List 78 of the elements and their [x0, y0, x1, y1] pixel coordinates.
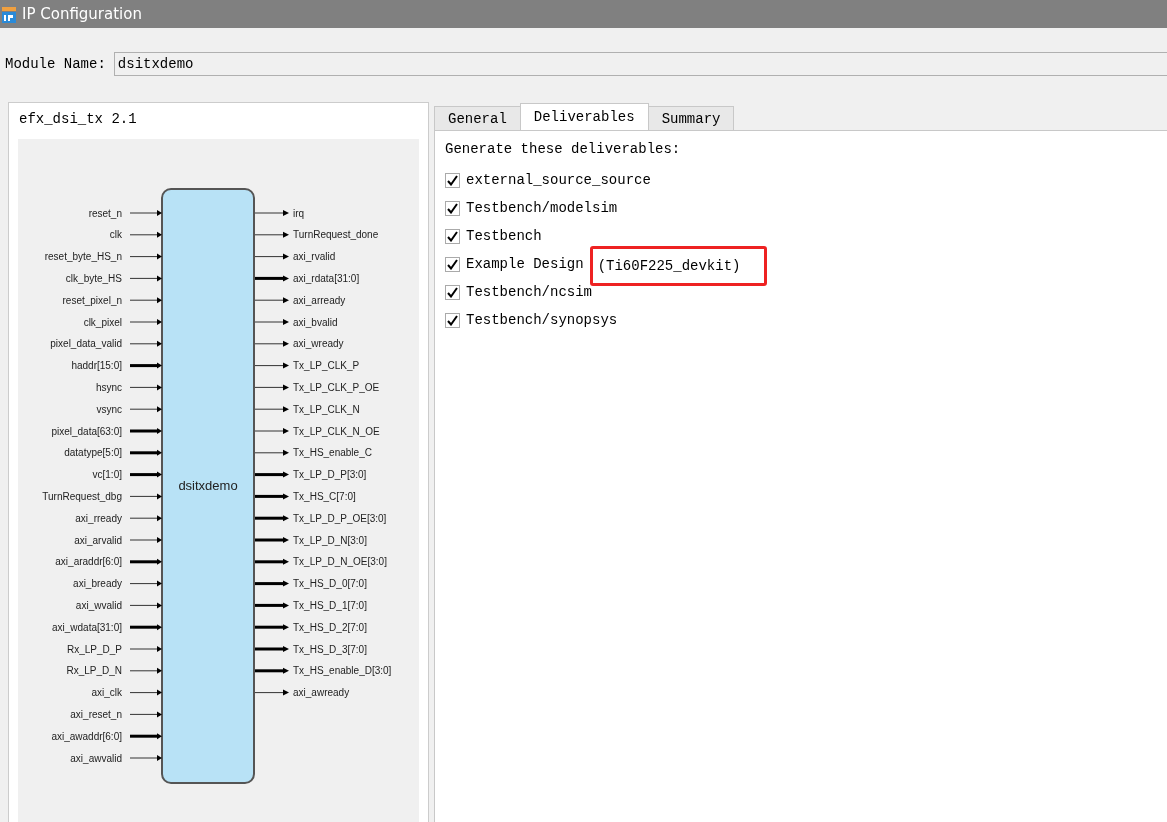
port-label: Tx_HS_D_2[7:0] — [293, 621, 367, 633]
port-label: reset_byte_HS_n — [44, 251, 122, 263]
module-name-label: Module Name: — [5, 56, 106, 72]
port-label: vsync — [96, 403, 122, 415]
port-label: Tx_LP_D_N[3:0] — [293, 534, 367, 546]
app-icon — [2, 5, 16, 23]
check-icon — [447, 202, 458, 214]
port-label: clk_pixel — [83, 316, 122, 328]
checkbox[interactable] — [445, 256, 460, 272]
port-label: Tx_LP_CLK_N_OE — [293, 425, 380, 437]
port-label: axi_wready — [293, 338, 344, 350]
module-name-field[interactable]: dsitxdemo — [113, 52, 1167, 76]
port-label: axi_rdata[31:0] — [293, 272, 360, 284]
port-label: axi_araddr[6:0] — [55, 556, 122, 568]
port-label: clk — [109, 229, 122, 241]
checkbox[interactable] — [445, 284, 460, 300]
checkbox-label: Testbench/synopsys — [466, 312, 618, 328]
port-label: TurnRequest_dbg — [42, 490, 122, 502]
port-label: axi_bvalid — [293, 316, 338, 328]
port-label: vc[1:0] — [92, 469, 122, 481]
checkbox[interactable] — [445, 200, 460, 216]
checkbox-label: Testbench/ncsim — [466, 284, 593, 300]
port-label: axi_rvalid — [293, 251, 336, 263]
check-icon — [447, 286, 458, 298]
port-label: haddr[15:0] — [71, 360, 122, 372]
port-label: pixel_data_valid — [50, 338, 122, 350]
port-label: irq — [293, 207, 305, 219]
port-label: datatype[5:0] — [64, 447, 122, 459]
check-icon — [447, 314, 458, 326]
checkbox-label: Example Design — [466, 256, 584, 272]
port-label: reset_n — [88, 207, 122, 219]
port-label: Rx_LP_D_N — [66, 665, 122, 677]
port-label: axi_clk — [91, 687, 122, 699]
port-label: Tx_HS_enable_C — [293, 447, 372, 459]
port-label: Tx_HS_D_1[7:0] — [293, 599, 367, 611]
check-icon — [447, 174, 458, 186]
port-label: axi_bready — [73, 578, 122, 590]
port-label: axi_awvalid — [70, 752, 122, 764]
tab[interactable]: Deliverables — [519, 103, 649, 130]
port-label: Tx_HS_C[7:0] — [293, 490, 356, 502]
ip-name: efx_dsi_tx 2.1 — [18, 110, 138, 129]
port-label: pixel_data[63:0] — [51, 425, 122, 437]
checkbox[interactable] — [445, 172, 460, 188]
port-label: Tx_HS_D_0[7:0] — [293, 578, 367, 590]
window-title: IP Configuration — [22, 5, 142, 23]
checkbox[interactable] — [445, 312, 460, 328]
port-label: Tx_LP_D_N_OE[3:0] — [293, 556, 387, 568]
port-label: Tx_HS_enable_D[3:0] — [293, 665, 392, 677]
port-label: Tx_LP_D_P_OE[3:0] — [293, 512, 387, 524]
port-label: axi_arready — [293, 294, 346, 306]
port-label: axi_wdata[31:0] — [51, 621, 122, 633]
checkbox-label: external_source_source — [466, 172, 651, 188]
port-label: Tx_LP_CLK_P_OE — [293, 381, 380, 393]
check-icon — [447, 258, 458, 270]
highlight-box: (Ti60F225_devkit) — [589, 246, 768, 286]
port-label: Tx_LP_CLK_N — [293, 403, 360, 415]
port-label: axi_awready — [293, 687, 350, 699]
check-icon — [447, 230, 458, 242]
port-label: Tx_LP_CLK_P — [293, 360, 360, 372]
tab[interactable]: Summary — [647, 106, 735, 130]
port-label: axi_reset_n — [70, 708, 122, 720]
port-label: TurnRequest_done — [293, 229, 379, 241]
port-label: Tx_HS_D_3[7:0] — [293, 643, 367, 655]
port-label: Tx_LP_D_P[3:0] — [293, 469, 367, 481]
checkbox[interactable] — [445, 228, 460, 244]
tab[interactable]: General — [434, 106, 521, 130]
block-name: dsitxdemo — [178, 478, 238, 493]
section-heading: Generate these deliverables: — [445, 141, 682, 157]
port-label: axi_wvalid — [75, 599, 122, 611]
port-label: axi_awaddr[6:0] — [51, 730, 122, 742]
port-label: axi_rready — [75, 512, 122, 524]
port-label: axi_arvalid — [74, 534, 122, 546]
checkbox-label: Testbench/modelsim — [466, 200, 618, 216]
checkbox-label: Testbench — [466, 228, 542, 244]
port-label: reset_pixel_n — [62, 294, 122, 306]
port-label: clk_byte_HS — [65, 272, 122, 284]
port-label: Rx_LP_D_P — [66, 643, 122, 655]
port-label: hsync — [95, 381, 122, 393]
